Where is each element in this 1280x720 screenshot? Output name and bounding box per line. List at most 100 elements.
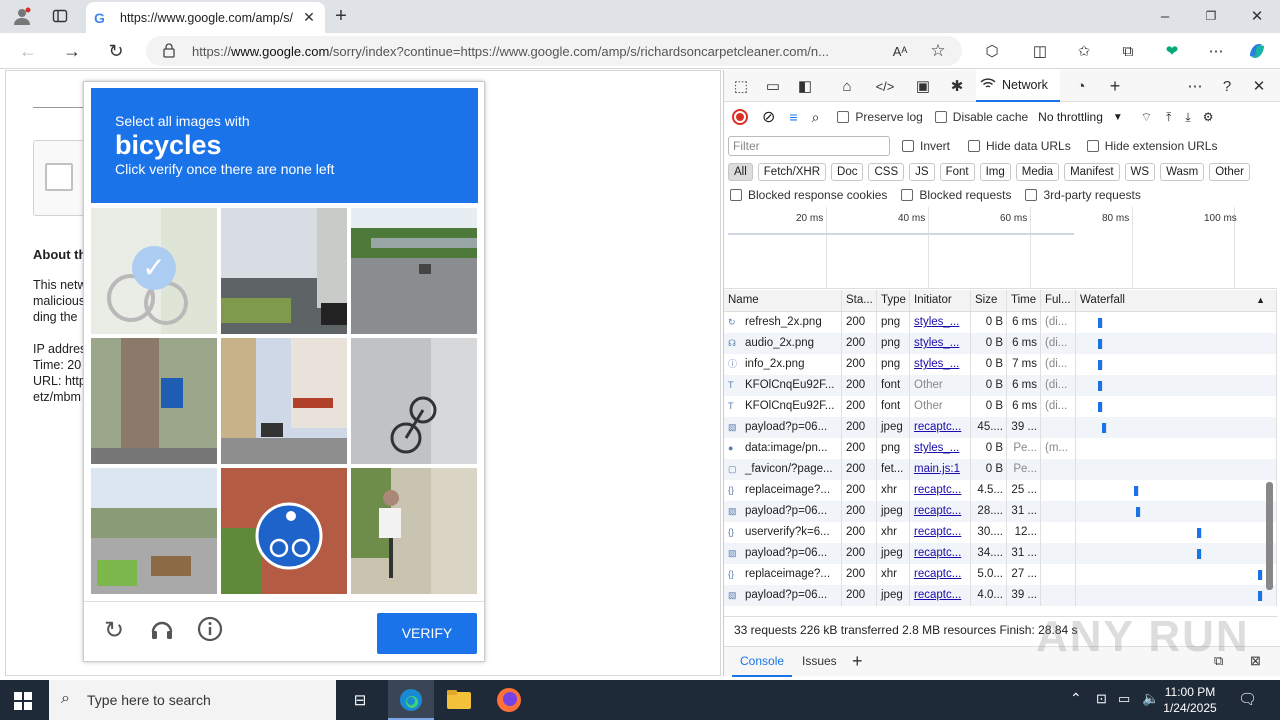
column-header[interactable]: Size: [971, 290, 1007, 311]
network-settings-icon[interactable]: ⚙: [1203, 110, 1214, 124]
request-initiator[interactable]: styles_...: [914, 442, 959, 454]
request-initiator[interactable]: recaptc...: [914, 526, 961, 538]
table-row[interactable]: ● data:image/pn... 200 png styles_... 0 B Pe..…: [724, 438, 1277, 459]
request-initiator[interactable]: styles_...: [914, 316, 959, 328]
preserve-log-checkbox[interactable]: Preserve log: [837, 110, 923, 124]
notifications-icon[interactable]: 🗨: [1238, 690, 1257, 708]
audio-challenge-icon[interactable]: [147, 616, 177, 646]
close-devtools-icon[interactable]: ✕: [1248, 75, 1270, 97]
image-tile[interactable]: [351, 468, 477, 594]
elements-icon[interactable]: </>: [874, 75, 896, 97]
back-icon[interactable]: ←: [16, 39, 40, 63]
filter-chip[interactable]: Manifest: [1064, 163, 1120, 181]
not-a-robot-checkbox[interactable]: [45, 163, 73, 191]
request-initiator[interactable]: recaptc...: [914, 421, 961, 433]
table-row[interactable]: ▢ _favicon/?page... 200 fet... main.js:1 0 B P…: [724, 459, 1277, 480]
taskbar-edge[interactable]: [388, 680, 434, 720]
reload-challenge-icon[interactable]: ↻: [99, 616, 129, 646]
forward-icon[interactable]: →: [60, 39, 84, 63]
performance-icon[interactable]: ◔: [1070, 75, 1092, 97]
record-icon[interactable]: [732, 109, 748, 125]
table-row[interactable]: ▧ payload?p=06... 200 jpeg recaptc... 45.... 3…: [724, 417, 1277, 438]
drawer-tab-console[interactable]: Console: [732, 647, 793, 677]
filter-chip[interactable]: WS: [1124, 163, 1156, 181]
column-header[interactable]: Sta...: [842, 290, 877, 311]
disable-cache-checkbox[interactable]: Disable cache: [934, 110, 1028, 124]
close-tab-icon[interactable]: ✕: [301, 9, 317, 26]
table-row[interactable]: {} replaceimage?... 200 xhr recaptc... 4.5...…: [724, 480, 1277, 501]
filter-chip[interactable]: Other: [1209, 163, 1250, 181]
import-har-icon[interactable]: ⤒: [1166, 110, 1171, 125]
request-initiator[interactable]: recaptc...: [914, 484, 961, 496]
request-initiator[interactable]: main.js:1: [914, 463, 960, 475]
browser-tab[interactable]: G https://www.google.com/amp/s/ ✕: [86, 2, 325, 33]
profile-icon[interactable]: [10, 5, 34, 27]
windows-start-icon[interactable]: [12, 690, 34, 712]
filter-chip[interactable]: Doc: [831, 163, 864, 181]
hide-extension-urls-checkbox[interactable]: Hide extension URLs: [1086, 139, 1217, 153]
minimize-icon[interactable]: –: [1154, 5, 1176, 27]
filter-chip[interactable]: Img: [979, 163, 1011, 181]
table-row[interactable]: ↻ refresh_2x.png 200 png styles_... 0 B 6 ms (d…: [724, 312, 1277, 333]
new-tab-icon[interactable]: +: [330, 5, 352, 27]
taskbar-search[interactable]: ⌕ Type here to search: [49, 680, 336, 720]
throttling-select[interactable]: No throttling: [1038, 110, 1103, 124]
image-tile[interactable]: [91, 338, 217, 464]
task-view-icon[interactable]: ⊟: [348, 689, 372, 711]
filter-chip[interactable]: All: [728, 163, 753, 181]
sort-ascending-icon[interactable]: ▲: [1256, 295, 1265, 305]
filter-chip[interactable]: CSS: [868, 163, 905, 181]
clear-icon[interactable]: ⊘: [762, 107, 775, 127]
filter-chip[interactable]: Wasm: [1160, 163, 1205, 181]
tab-network[interactable]: Network: [976, 70, 1060, 102]
table-row[interactable]: ▧ payload?p=06... 200 jpeg recaptc... 34.... 3…: [724, 543, 1277, 564]
extensions-icon[interactable]: ⬡: [980, 39, 1004, 63]
table-row[interactable]: ▧ payload?p=06... 200 jpeg recaptc... 4.0... 3…: [724, 585, 1277, 606]
column-header[interactable]: Ful...: [1041, 290, 1076, 311]
sources-bug-icon[interactable]: ✱: [946, 75, 968, 97]
lock-icon[interactable]: [162, 42, 176, 61]
image-tile-selected[interactable]: ✓: [91, 208, 217, 334]
table-scrollbar[interactable]: [1265, 325, 1273, 605]
request-initiator[interactable]: recaptc...: [914, 589, 961, 601]
console-icon[interactable]: ▣: [912, 75, 934, 97]
network-overview-timeline[interactable]: 20 ms 40 ms 60 ms 80 ms 100 ms: [724, 207, 1277, 289]
filter-chip[interactable]: Font: [939, 163, 975, 181]
export-har-icon[interactable]: ⤓: [1185, 110, 1190, 125]
invert-checkbox[interactable]: Invert: [902, 139, 950, 153]
more-tools-icon[interactable]: +: [1104, 75, 1126, 97]
table-row[interactable]: ⓘ info_2x.png 200 png styles_... 0 B 7 ms (di..…: [724, 354, 1277, 375]
browser-essentials-icon[interactable]: ❤: [1160, 39, 1184, 63]
firefox-icon[interactable]: [496, 687, 522, 716]
table-row[interactable]: ☊ audio_2x.png 200 png styles_... 0 B 6 ms (di.…: [724, 333, 1277, 354]
request-initiator[interactable]: styles_...: [914, 358, 959, 370]
column-header[interactable]: Name: [724, 290, 842, 311]
image-tile[interactable]: [221, 208, 347, 334]
table-row[interactable]: {} replaceimage?... 200 xhr recaptc... 5.0...…: [724, 564, 1277, 585]
column-header[interactable]: Waterfall: [1076, 290, 1277, 311]
table-row[interactable]: T KFOlCnqEu92F... 200 font Other 0 B 6 ms (di..…: [724, 396, 1277, 417]
help-icon[interactable]: ?: [1216, 75, 1238, 97]
request-initiator[interactable]: styles_...: [914, 337, 959, 349]
search-icon[interactable]: ⌕: [812, 109, 820, 126]
network-conditions-icon[interactable]: ⌔: [1141, 110, 1152, 125]
more-menu-icon[interactable]: ⋯: [1204, 39, 1228, 63]
devtools-menu-icon[interactable]: ⋯: [1184, 75, 1206, 97]
table-row[interactable]: ▧ payload?p=06... 200 jpeg recaptc... 28.... 3…: [724, 501, 1277, 522]
tray-overflow-icon[interactable]: ⌃: [1070, 690, 1082, 707]
file-explorer-icon[interactable]: [446, 688, 472, 713]
device-toolbar-icon[interactable]: ▭: [762, 75, 784, 97]
request-initiator[interactable]: recaptc...: [914, 568, 961, 580]
filter-chip[interactable]: JS: [909, 163, 935, 181]
close-drawer-icon[interactable]: ⊠: [1250, 653, 1261, 669]
hide-data-urls-checkbox[interactable]: Hide data URLs: [968, 139, 1071, 153]
scrollbar-thumb[interactable]: [1266, 482, 1273, 590]
inspect-icon[interactable]: ⬚: [730, 75, 752, 97]
filter-chip[interactable]: Fetch/XHR: [757, 163, 827, 181]
table-row[interactable]: {} userverify?k=6... 200 xhr recaptc... 30...…: [724, 522, 1277, 543]
verify-button[interactable]: VERIFY: [377, 613, 477, 654]
favorite-star-icon[interactable]: ☆: [926, 39, 950, 63]
filter-toggle-icon[interactable]: ≡: [789, 109, 797, 125]
collections-icon[interactable]: ⧉: [1116, 39, 1140, 63]
copilot-icon[interactable]: [1244, 38, 1270, 64]
